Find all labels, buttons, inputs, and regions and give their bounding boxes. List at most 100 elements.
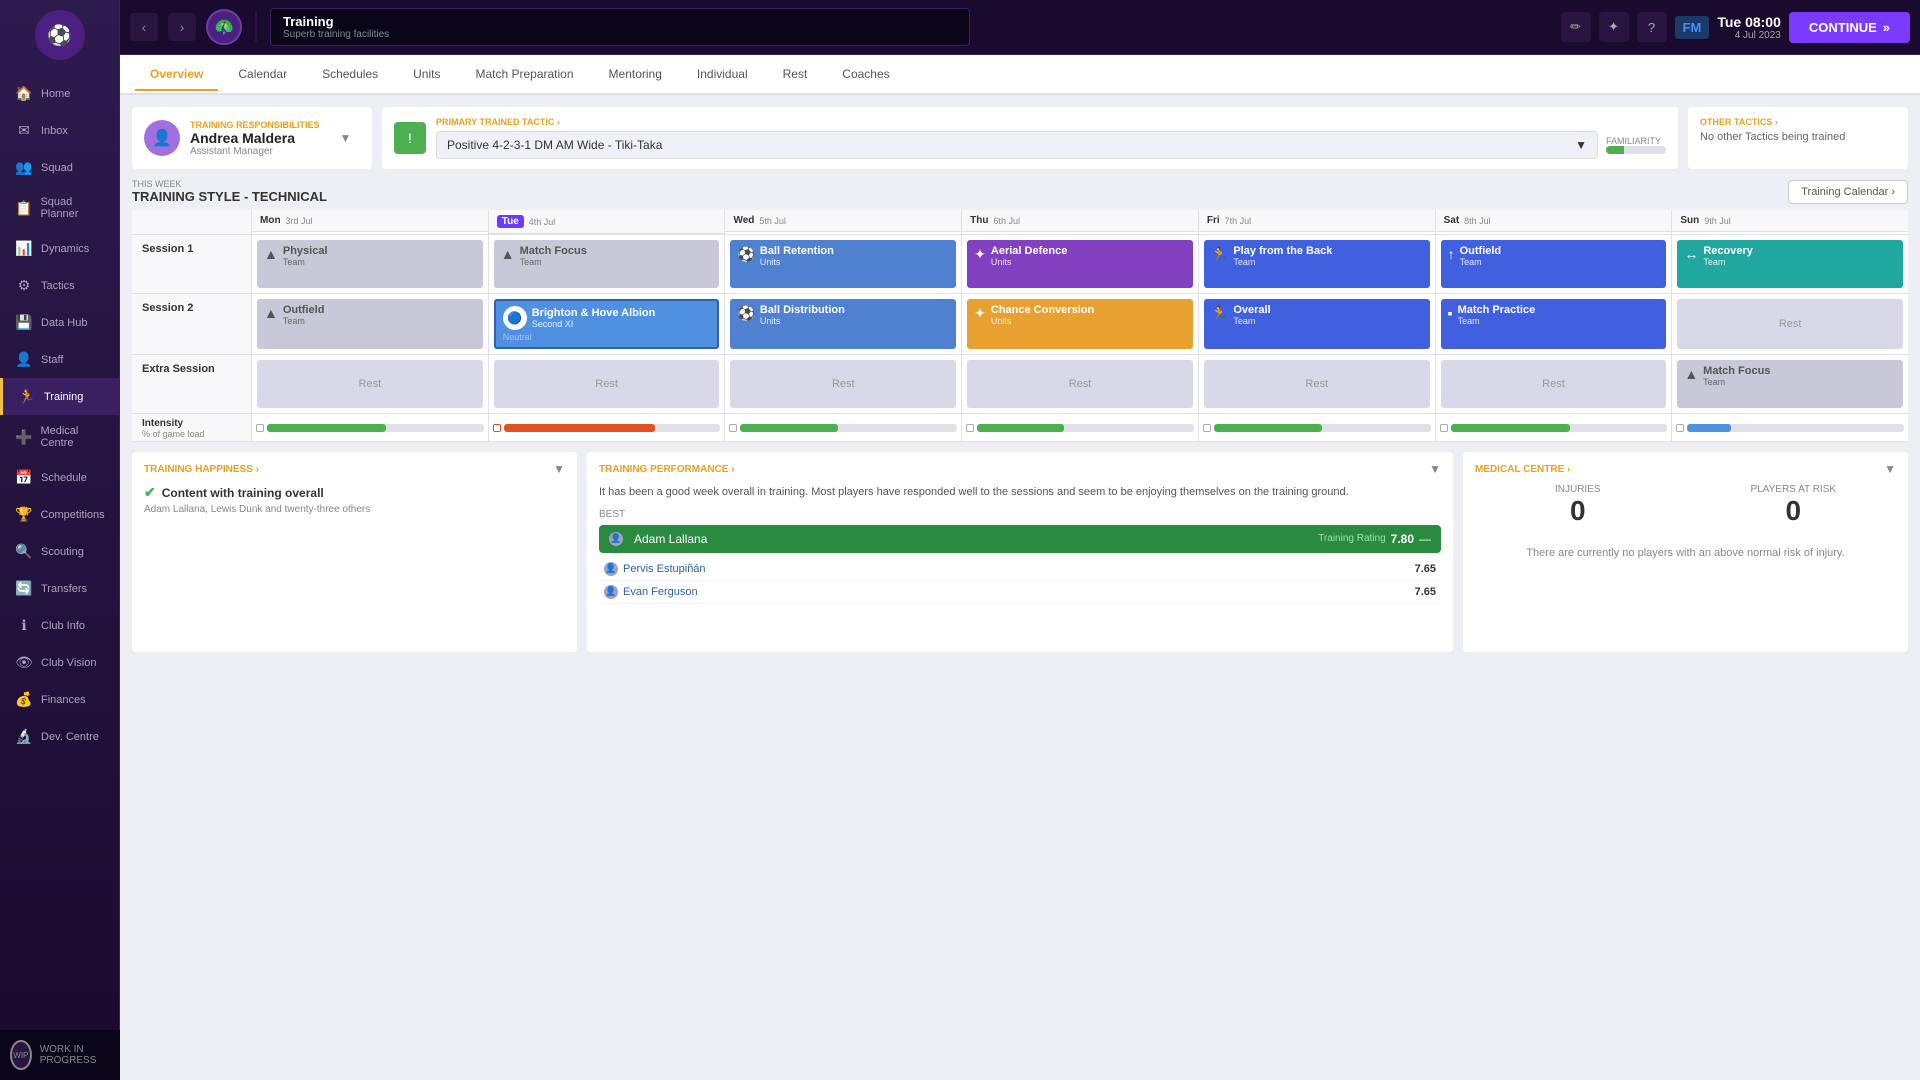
session1-thu[interactable]: ✦ Aerial Defence Units	[962, 235, 1199, 293]
session-block-match-focus[interactable]: ▲ Match Focus Team	[494, 240, 720, 288]
sidebar-item-inbox[interactable]: ✉ Inbox	[0, 112, 119, 149]
session-block-outfield-mon[interactable]: ▲ Outfield Team	[257, 299, 483, 349]
player2-rating: 7.65	[1415, 586, 1436, 598]
extra-rest-sat[interactable]: Rest	[1441, 360, 1667, 408]
day-header-thu: Thu 6th Jul	[962, 210, 1198, 232]
sidebar-item-staff[interactable]: 👤 Staff	[0, 341, 119, 378]
tab-coaches[interactable]: Coaches	[827, 59, 904, 91]
session-block-ball-retention[interactable]: ⚽ Ball Retention Units	[730, 240, 956, 288]
performance-collapse-icon[interactable]: ▼	[1429, 462, 1441, 476]
tactic-select[interactable]: Positive 4-2-3-1 DM AM Wide - Tiki-Taka …	[436, 131, 1598, 159]
topbar: ‹ › 🦚 Training Superb training facilitie…	[120, 0, 1920, 55]
session2-fri[interactable]: 🏃 Overall Team	[1199, 294, 1436, 354]
session-block-rest-sun2[interactable]: Rest	[1677, 299, 1903, 349]
tab-units[interactable]: Units	[398, 59, 455, 91]
session-block-brighton-match[interactable]: 🔵 Brighton & Hove Albion Second XI Neutr…	[494, 299, 720, 349]
extra-rest-tue[interactable]: Rest	[494, 360, 720, 408]
sidebar-item-training[interactable]: 🏃 Training	[0, 378, 119, 415]
performance-title[interactable]: TRAINING PERFORMANCE ›	[599, 464, 735, 475]
session-block-overall[interactable]: 🏃 Overall Team	[1204, 299, 1430, 349]
session1-wed[interactable]: ⚽ Ball Retention Units	[725, 235, 962, 293]
session-block-recovery[interactable]: ↔ Recovery Team	[1677, 240, 1903, 288]
sidebar-item-competitions[interactable]: 🏆 Competitions	[0, 496, 119, 533]
risk-value: 0	[1691, 495, 1897, 527]
session-block-chance-conv[interactable]: ✦ Chance Conversion Units	[967, 299, 1193, 349]
extra-sat[interactable]: Rest	[1436, 355, 1673, 413]
sidebar-item-schedule[interactable]: 📅 Schedule	[0, 459, 119, 496]
day-date-sun: 9th Jul	[1704, 216, 1731, 226]
session2-thu[interactable]: ✦ Chance Conversion Units	[962, 294, 1199, 354]
extra-rest-mon[interactable]: Rest	[257, 360, 483, 408]
player-row-1[interactable]: 👤 Pervis Estupiñán 7.65	[599, 558, 1441, 581]
sidebar-item-tactics[interactable]: ⚙ Tactics	[0, 267, 119, 304]
extra-tue[interactable]: Rest	[489, 355, 726, 413]
tab-mentoring[interactable]: Mentoring	[594, 59, 677, 91]
day-name-mon: Mon	[260, 215, 281, 226]
session-block-ball-dist[interactable]: ⚽ Ball Distribution Units	[730, 299, 956, 349]
tab-match-preparation[interactable]: Match Preparation	[460, 59, 588, 91]
extra-rest-fri[interactable]: Rest	[1204, 360, 1430, 408]
tactic-value: Positive 4-2-3-1 DM AM Wide - Tiki-Taka	[447, 138, 662, 152]
sidebar-item-squad[interactable]: 👥 Squad	[0, 149, 119, 186]
extra-mon[interactable]: Rest	[252, 355, 489, 413]
sidebar-item-transfers[interactable]: 🔄 Transfers	[0, 570, 119, 607]
sidebar-item-medical[interactable]: ➕ Medical Centre	[0, 415, 119, 459]
tab-schedules[interactable]: Schedules	[307, 59, 393, 91]
extra-thu[interactable]: Rest	[962, 355, 1199, 413]
medical-collapse-icon[interactable]: ▼	[1884, 462, 1896, 476]
sidebar-item-finances[interactable]: 💰 Finances	[0, 681, 119, 718]
edit-icon[interactable]: ✏	[1561, 12, 1591, 42]
session-block-physical[interactable]: ▲ Physical Team	[257, 240, 483, 288]
sidebar-item-data-hub[interactable]: 💾 Data Hub	[0, 304, 119, 341]
search-bar[interactable]: Training Superb training facilities	[270, 8, 970, 46]
tab-rest[interactable]: Rest	[768, 59, 823, 91]
top-player-name: Adam Lallana	[634, 532, 707, 546]
other-tactics-label[interactable]: OTHER TACTICS ›	[1700, 117, 1896, 127]
session-block-match-focus-sun[interactable]: ▲ Match Focus Team	[1677, 360, 1903, 408]
training-calendar-button[interactable]: Training Calendar ›	[1788, 180, 1908, 204]
session-block-aerial-defence[interactable]: ✦ Aerial Defence Units	[967, 240, 1193, 288]
session2-sun[interactable]: Rest	[1672, 294, 1908, 354]
star-icon[interactable]: ✦	[1599, 12, 1629, 42]
nav-forward-button[interactable]: ›	[168, 13, 196, 41]
sidebar-item-club-vision[interactable]: 👁 Club Vision	[0, 644, 119, 681]
extra-wed[interactable]: Rest	[725, 355, 962, 413]
sidebar-item-scouting[interactable]: 🔍 Scouting	[0, 533, 119, 570]
sidebar-item-dynamics[interactable]: 📊 Dynamics	[0, 230, 119, 267]
session1-sat[interactable]: ↑ Outfield Team	[1436, 235, 1673, 293]
extra-rest-wed[interactable]: Rest	[730, 360, 956, 408]
tab-calendar[interactable]: Calendar	[223, 59, 302, 91]
sidebar-item-home[interactable]: 🏠 Home	[0, 75, 119, 112]
session2-mon[interactable]: ▲ Outfield Team	[252, 294, 489, 354]
tab-overview[interactable]: Overview	[135, 59, 218, 91]
outfield-mon-icon: ▲	[264, 305, 278, 321]
help-icon[interactable]: ?	[1637, 12, 1667, 42]
sidebar-item-club-info[interactable]: ℹ Club Info	[0, 607, 119, 644]
session2-sat[interactable]: ▪ Match Practice Team	[1436, 294, 1673, 354]
medical-title[interactable]: MEDICAL CENTRE ›	[1475, 464, 1570, 475]
tab-individual[interactable]: Individual	[682, 59, 763, 91]
responsibilities-dropdown[interactable]: ▼	[340, 131, 352, 145]
session1-sun[interactable]: ↔ Recovery Team	[1672, 235, 1908, 293]
session-block-play-from-back[interactable]: 🏃 Play from the Back Team	[1204, 240, 1430, 288]
sidebar-item-dev-centre[interactable]: 🔬 Dev. Centre	[0, 718, 119, 755]
top-player-rating-row: Training Rating 7.80 —	[1318, 532, 1431, 546]
extra-rest-thu[interactable]: Rest	[967, 360, 1193, 408]
session2-wed[interactable]: ⚽ Ball Distribution Units	[725, 294, 962, 354]
sidebar-item-squad-planner[interactable]: 📋 Squad Planner	[0, 186, 119, 230]
happiness-collapse-icon[interactable]: ▼	[553, 462, 565, 476]
extra-sun[interactable]: ▲ Match Focus Team	[1672, 355, 1908, 413]
session1-tue[interactable]: ▲ Match Focus Team	[489, 235, 726, 293]
session-block-outfield-sat[interactable]: ↑ Outfield Team	[1441, 240, 1667, 288]
session-block-match-practice[interactable]: ▪ Match Practice Team	[1441, 299, 1667, 349]
primary-tactic-label[interactable]: PRIMARY TRAINED TACTIC ›	[436, 117, 1666, 127]
continue-button[interactable]: CONTINUE »	[1789, 12, 1910, 43]
session2-tue[interactable]: 🔵 Brighton & Hove Albion Second XI Neutr…	[489, 294, 726, 354]
player-row-2[interactable]: 👤 Evan Ferguson 7.65	[599, 581, 1441, 604]
top-performer-row[interactable]: 👤 Adam Lallana Training Rating 7.80 —	[599, 525, 1441, 553]
session1-fri[interactable]: 🏃 Play from the Back Team	[1199, 235, 1436, 293]
extra-fri[interactable]: Rest	[1199, 355, 1436, 413]
happiness-title[interactable]: TRAINING HAPPINESS ›	[144, 464, 259, 475]
session1-mon[interactable]: ▲ Physical Team	[252, 235, 489, 293]
nav-back-button[interactable]: ‹	[130, 13, 158, 41]
